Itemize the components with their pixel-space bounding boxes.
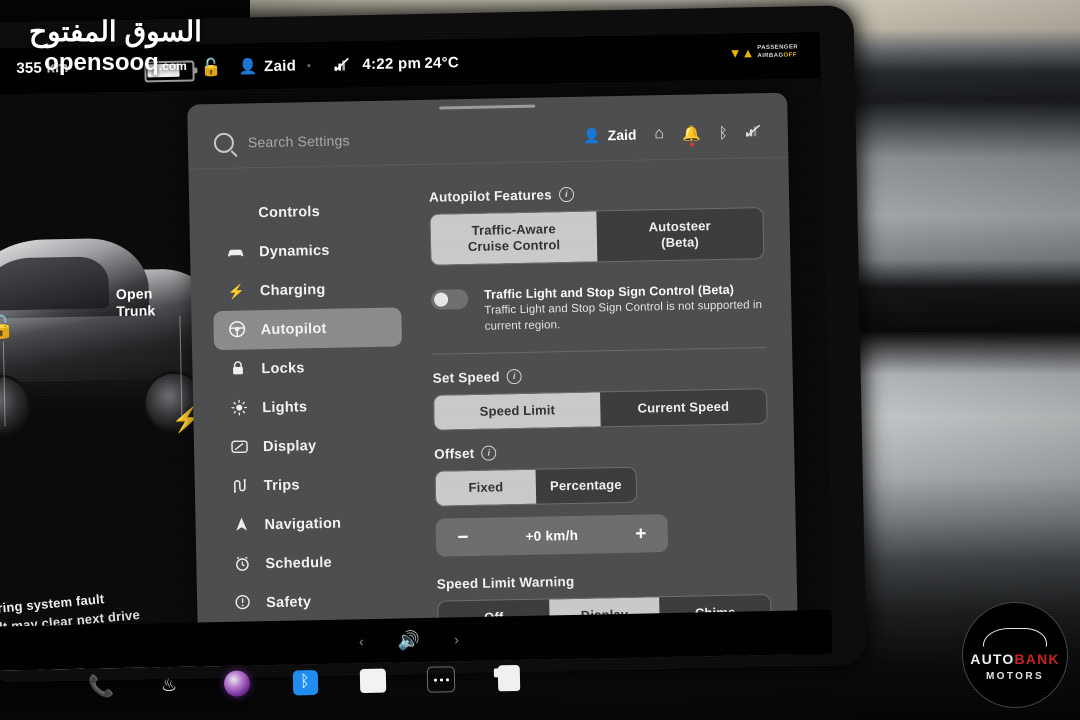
panel-drag-handle[interactable] bbox=[439, 104, 536, 110]
set-speed-segmented-control[interactable]: Speed Limit Current Speed bbox=[433, 388, 768, 431]
airbag-line1: PASSENGER bbox=[757, 44, 799, 52]
airbag-line2: AIRBAG bbox=[757, 52, 784, 60]
sidebar-item-locks[interactable]: Locks bbox=[214, 346, 403, 389]
media-icon[interactable] bbox=[222, 668, 253, 699]
toggle-knob bbox=[433, 292, 449, 307]
header-profile-name: Zaid bbox=[607, 126, 637, 144]
passenger-airbag-indicator: ▼▲ PASSENGER AIRBAGOFF bbox=[728, 44, 798, 60]
sidebar-item-charging[interactable]: ⚡ Charging bbox=[213, 268, 402, 311]
home-icon[interactable]: ⌂ bbox=[654, 125, 664, 142]
sun-icon bbox=[229, 399, 248, 417]
separator-dot bbox=[307, 63, 311, 67]
navigation-arrow-icon bbox=[231, 516, 250, 533]
touchscreen: 355 km 🔓 👤 Zaid 4:22 pm 24°C ▼▲ PASSENGE… bbox=[0, 31, 833, 671]
set-speed-title: Set Speed i bbox=[433, 364, 767, 386]
taskbar: 📞 ♨ ᛒ bbox=[85, 642, 646, 719]
signal-off-icon[interactable] bbox=[745, 124, 762, 140]
alert-circle-icon bbox=[233, 594, 252, 611]
car-window bbox=[0, 256, 110, 311]
speed-limit-warning-title: Speed Limit Warning bbox=[436, 573, 575, 592]
notification-dot bbox=[689, 141, 694, 147]
bluetooth-icon[interactable]: ᛒ bbox=[719, 124, 728, 141]
divider bbox=[432, 347, 767, 355]
settings-header-icons: 👤 Zaid ⌂ 🔔 ᛒ bbox=[583, 123, 788, 147]
sidebar-item-navigation[interactable]: Navigation bbox=[217, 502, 406, 545]
next-track-button[interactable]: › bbox=[454, 631, 459, 647]
phone-icon[interactable]: 📞 bbox=[86, 671, 117, 702]
offset-segmented-control[interactable]: Fixed Percentage bbox=[434, 466, 638, 507]
sidebar-item-dynamics[interactable]: Dynamics bbox=[212, 229, 401, 272]
open-trunk-label-line1: Open bbox=[115, 285, 153, 303]
signal-off-icon bbox=[334, 57, 350, 72]
sidebar-item-lights[interactable]: Lights bbox=[215, 385, 404, 428]
segment-current-speed[interactable]: Current Speed bbox=[600, 389, 767, 426]
sidebar-item-trips[interactable]: Trips bbox=[216, 463, 405, 506]
car-icon bbox=[226, 245, 245, 259]
header-profile[interactable]: 👤 Zaid bbox=[583, 126, 637, 144]
segment-percentage[interactable]: Percentage bbox=[536, 468, 637, 504]
segment-fixed[interactable]: Fixed bbox=[435, 469, 537, 506]
person-icon: 👤 bbox=[583, 126, 601, 144]
info-icon[interactable]: i bbox=[481, 445, 497, 461]
search-icon bbox=[213, 132, 235, 154]
airbag-figure-icon: ▼▲ bbox=[728, 45, 755, 61]
open-trunk-callout[interactable]: Open Trunk bbox=[116, 285, 156, 320]
open-trunk-label-line2: Trunk bbox=[116, 302, 156, 320]
search-input-placeholder: Search Settings bbox=[247, 132, 350, 151]
car-silhouette-icon bbox=[983, 628, 1047, 647]
settings-content-autopilot: Autopilot Features i Traffic-Aware Cruis… bbox=[407, 165, 799, 671]
opensooq-latin-text: opensooq.com bbox=[44, 49, 187, 76]
settings-sidebar: Controls Dynamics ⚡ Charging Autopilot L… bbox=[189, 172, 418, 671]
opensooq-arabic-text: السوق المفتوح bbox=[29, 16, 202, 47]
sidebar-item-schedule[interactable]: Schedule bbox=[218, 541, 407, 584]
display-icon bbox=[230, 439, 249, 455]
traffic-light-control-row: Traffic Light and Stop Sign Control (Bet… bbox=[430, 281, 766, 336]
segment-autosteer-beta[interactable]: Autosteer (Beta) bbox=[596, 208, 763, 261]
person-icon: 👤 bbox=[238, 57, 258, 76]
autobank-subtitle: MOTORS bbox=[985, 671, 1045, 682]
sidebar-item-safety[interactable]: Safety bbox=[219, 580, 408, 623]
offset-title: Offset i bbox=[434, 440, 768, 462]
airbag-state: OFF bbox=[783, 52, 797, 59]
profile-name: Zaid bbox=[263, 56, 297, 75]
segment-speed-limit[interactable]: Speed Limit bbox=[434, 392, 601, 430]
steering-wheel-icon bbox=[227, 320, 246, 339]
sidebar-item-autopilot[interactable]: Autopilot bbox=[213, 307, 403, 351]
info-icon[interactable]: i bbox=[558, 186, 575, 203]
traffic-light-control-toggle[interactable] bbox=[430, 289, 469, 310]
more-dots-icon[interactable] bbox=[426, 664, 457, 695]
info-icon[interactable]: i bbox=[506, 368, 522, 385]
autobank-motors-logo: AUTOBANK MOTORS bbox=[962, 602, 1068, 708]
lock-icon bbox=[228, 360, 247, 377]
autopilot-features-segmented-control[interactable]: Traffic-Aware Cruise Control Autosteer (… bbox=[429, 207, 765, 266]
settings-panel: Search Settings 👤 Zaid ⌂ 🔔 ᛒ Controls Dy… bbox=[187, 92, 799, 671]
sidebar-item-display[interactable]: Display bbox=[216, 424, 405, 467]
search-settings-field[interactable]: Search Settings bbox=[188, 126, 584, 154]
clock-icon bbox=[232, 555, 251, 573]
offset-decrement-button[interactable]: − bbox=[452, 527, 474, 548]
defrost-icon[interactable]: ♨ bbox=[154, 670, 185, 701]
offset-stepper[interactable]: − +0 km/h + bbox=[435, 514, 669, 557]
lightning-icon: ⚡ bbox=[227, 283, 246, 300]
offset-increment-button[interactable]: + bbox=[630, 523, 652, 544]
driver-profile[interactable]: 👤 Zaid bbox=[238, 56, 314, 76]
outside-temperature[interactable]: 24°C bbox=[424, 54, 459, 72]
bluetooth-icon[interactable]: ᛒ bbox=[290, 667, 321, 698]
unlocked-icon[interactable]: 🔓 bbox=[0, 314, 15, 340]
autobank-wordmark: AUTOBANK bbox=[970, 651, 1060, 667]
road-icon bbox=[231, 478, 250, 494]
seat-icon[interactable] bbox=[494, 663, 525, 694]
offset-value: +0 km/h bbox=[525, 527, 579, 544]
sidebar-item-controls[interactable]: Controls bbox=[211, 190, 400, 233]
touchscreen-bezel: 355 km 🔓 👤 Zaid 4:22 pm 24°C ▼▲ PASSENGE… bbox=[0, 5, 867, 683]
opensooq-watermark: السوق المفتوح opensooq.com bbox=[8, 16, 223, 79]
clock: 4:22 pm bbox=[362, 54, 422, 73]
card-icon[interactable] bbox=[358, 666, 389, 697]
previous-track-button[interactable]: ‹ bbox=[359, 633, 364, 649]
autopilot-features-title: Autopilot Features i bbox=[429, 183, 763, 205]
bell-icon[interactable]: 🔔 bbox=[682, 125, 701, 147]
segment-traffic-aware-cruise-control[interactable]: Traffic-Aware Cruise Control bbox=[430, 211, 598, 265]
